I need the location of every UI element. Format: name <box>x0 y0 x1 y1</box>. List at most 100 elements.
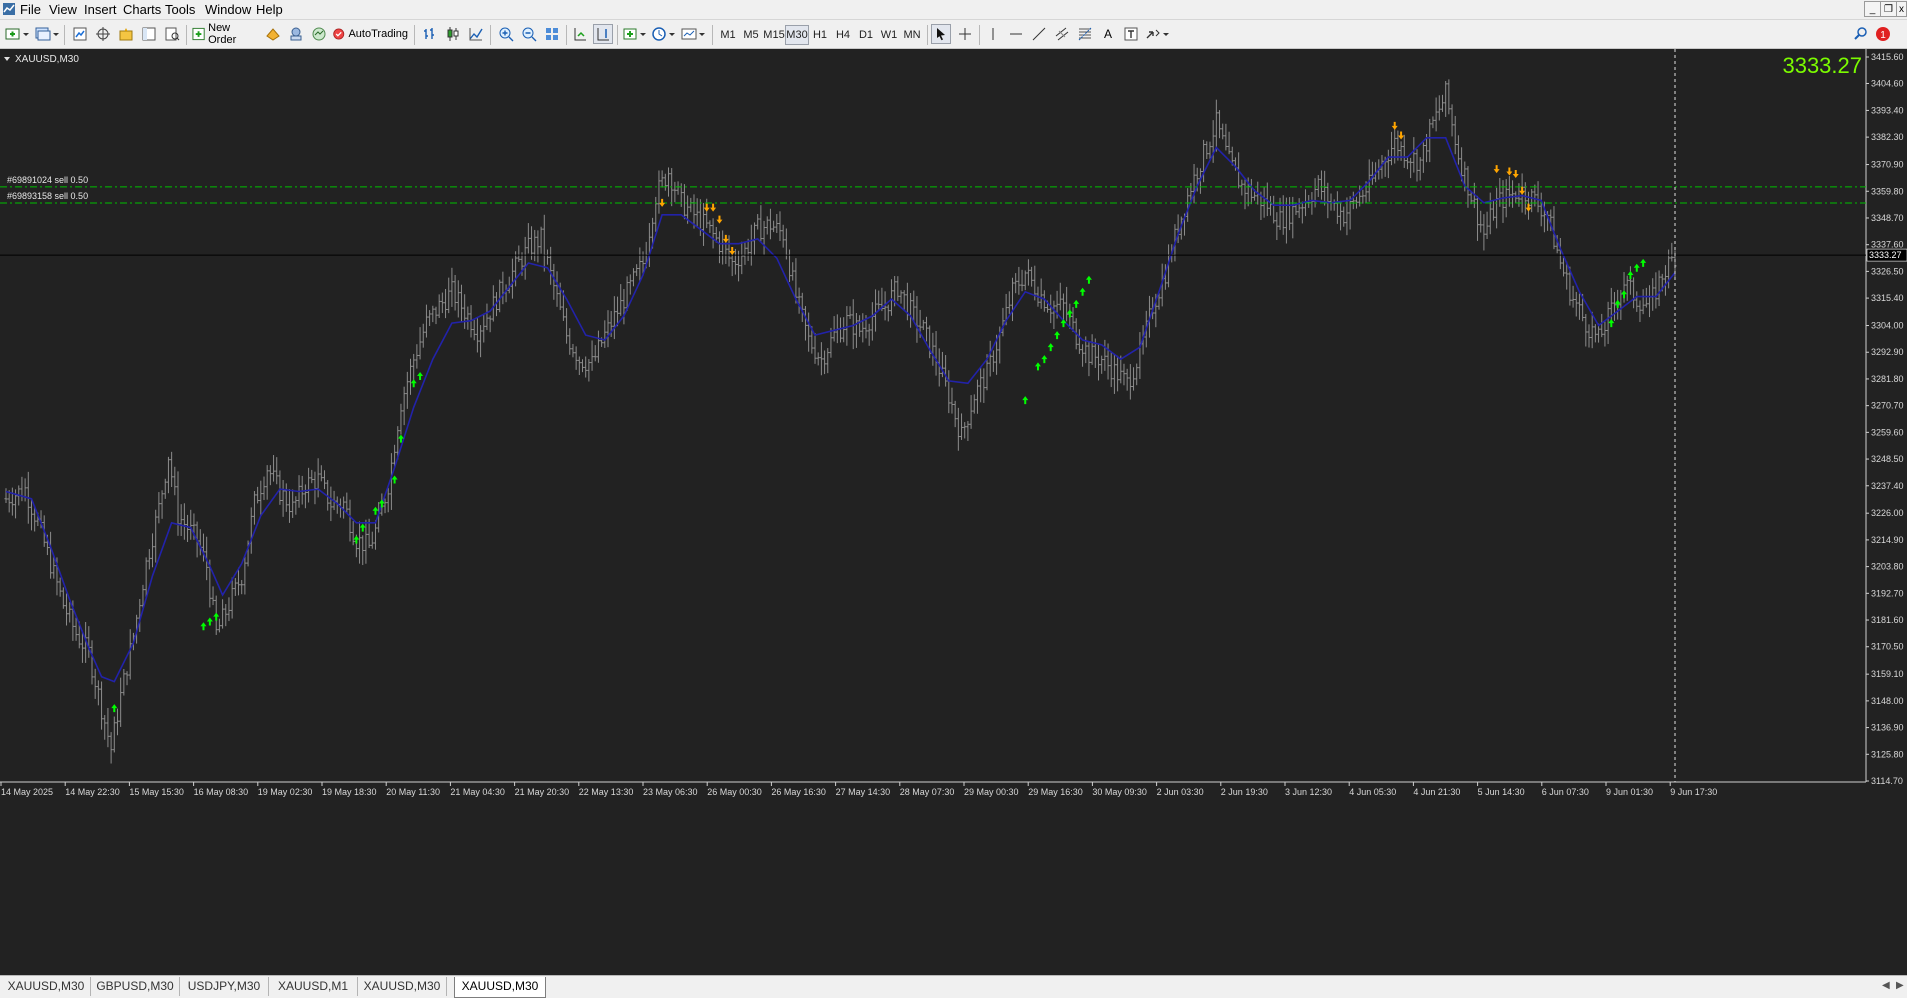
price-bar <box>765 216 769 235</box>
price-bar <box>870 302 874 341</box>
price-bar <box>1456 135 1461 165</box>
minimize-button[interactable]: _ <box>1864 1 1881 17</box>
timeframe-w1[interactable]: W1 <box>877 25 901 45</box>
menu-window[interactable]: Window <box>205 2 251 17</box>
buy-arrow-icon <box>1073 299 1080 308</box>
price-bar <box>96 680 100 706</box>
tabs-scroll-right-icon[interactable]: ▶ <box>1896 980 1904 991</box>
notifications-icon[interactable]: 1 <box>1874 24 1892 44</box>
tab-xauusd-m30-active[interactable]: XAUUSD,M30 <box>454 977 546 998</box>
price-chart[interactable]: #69891024 sell 0.50 #69893158 sell 0.50 3… <box>0 49 1907 975</box>
price-bar <box>1103 339 1107 371</box>
bar-chart-icon[interactable] <box>420 24 440 44</box>
price-bar <box>1619 290 1623 320</box>
close-button[interactable]: x <box>1896 1 1907 17</box>
price-bar <box>240 579 244 595</box>
menu-view[interactable]: View <box>49 2 77 17</box>
tabs-scroll-left-icon[interactable]: ◀ <box>1882 980 1890 991</box>
metaeditor-icon[interactable] <box>263 24 283 44</box>
price-bar <box>848 306 852 319</box>
timeframe-h4[interactable]: H4 <box>831 25 855 45</box>
tile-windows-icon[interactable] <box>542 24 562 44</box>
cursor-icon[interactable] <box>931 24 951 44</box>
price-bar <box>838 317 843 343</box>
market-watch-icon[interactable] <box>70 24 90 44</box>
timeframe-m30[interactable]: M30 <box>785 25 809 45</box>
price-tick-label: 3348.70 <box>1871 213 1904 223</box>
price-bar <box>243 554 247 595</box>
chart-window[interactable]: #69891024 sell 0.50 #69893158 sell 0.50 3… <box>0 49 1907 975</box>
restore-button[interactable]: ❐ <box>1880 1 1897 17</box>
price-bar <box>431 305 435 323</box>
price-bar <box>1017 266 1021 295</box>
tab-xauusd-m30-2[interactable]: XAUUSD,M30 <box>358 977 447 996</box>
text-tool-icon[interactable]: A <box>1098 24 1118 44</box>
horizontal-line-icon[interactable] <box>1006 24 1026 44</box>
fibonacci-icon[interactable] <box>1075 24 1095 44</box>
periods-icon[interactable] <box>650 24 676 44</box>
timeframe-m1[interactable]: M1 <box>716 25 740 45</box>
line-chart-icon[interactable] <box>466 24 486 44</box>
vertical-line-icon[interactable] <box>983 24 1003 44</box>
price-bar <box>1450 104 1454 137</box>
tab-xauusd-m30-1[interactable]: XAUUSD,M30 <box>2 977 91 996</box>
timeframe-h1[interactable]: H1 <box>808 25 832 45</box>
terminal-icon[interactable] <box>139 24 159 44</box>
menu-insert[interactable]: Insert <box>84 2 117 17</box>
arrows-icon[interactable] <box>1144 24 1170 44</box>
buy-arrow-icon <box>391 475 398 484</box>
equidistant-channel-icon[interactable] <box>1052 24 1072 44</box>
price-bar <box>975 379 980 414</box>
tab-gbpusd-m30[interactable]: GBPUSD,M30 <box>91 977 180 996</box>
price-bar <box>281 480 285 517</box>
price-bar <box>889 279 894 316</box>
autotrading-button[interactable]: AutoTrading <box>332 24 408 44</box>
navigator-icon[interactable] <box>93 24 113 44</box>
price-bar <box>1288 197 1292 231</box>
menu-tools[interactable]: Tools <box>165 2 195 17</box>
price-bar <box>1080 344 1085 367</box>
price-bar <box>781 224 785 248</box>
zoom-out-icon[interactable] <box>519 24 539 44</box>
profiles-icon[interactable] <box>34 24 60 44</box>
new-chart-icon[interactable] <box>4 24 30 44</box>
time-tick-label: 19 May 02:30 <box>258 787 313 797</box>
price-bar <box>345 492 349 513</box>
price-bar <box>663 173 667 191</box>
favorites-icon[interactable] <box>116 24 136 44</box>
price-bar <box>1561 257 1566 277</box>
search-icon[interactable] <box>1852 24 1870 44</box>
timeframe-m15[interactable]: M15 <box>762 25 786 45</box>
autoscroll-icon[interactable] <box>570 24 590 44</box>
price-tick-label: 3125.80 <box>1871 749 1904 759</box>
market-icon[interactable] <box>309 24 329 44</box>
candlestick-icon[interactable] <box>443 24 463 44</box>
trendline-icon[interactable] <box>1029 24 1049 44</box>
chart-shift-icon[interactable] <box>593 24 613 44</box>
price-bar <box>854 312 859 348</box>
strategy-tester-icon[interactable] <box>162 24 182 44</box>
tab-xauusd-m1[interactable]: XAUUSD,M1 <box>269 977 358 996</box>
tab-usdjpy-m30[interactable]: USDJPY,M30 <box>180 977 269 996</box>
price-bar <box>564 308 569 344</box>
menu-file[interactable]: File <box>20 2 41 17</box>
price-bar <box>154 509 158 563</box>
text-label-icon[interactable] <box>1121 24 1141 44</box>
crosshair-icon[interactable] <box>955 24 975 44</box>
new-order-button[interactable]: New Order <box>192 22 258 46</box>
templates-icon[interactable] <box>679 24 707 44</box>
timeframe-mn[interactable]: MN <box>900 25 924 45</box>
price-bar <box>803 306 808 341</box>
timeframe-d1[interactable]: D1 <box>854 25 878 45</box>
indicators-icon[interactable] <box>621 24 647 44</box>
signals-icon[interactable] <box>286 24 306 44</box>
price-bar <box>498 279 502 313</box>
price-bar <box>1186 188 1190 222</box>
price-bar <box>1061 293 1066 320</box>
menu-charts[interactable]: Charts <box>123 2 161 17</box>
zoom-in-icon[interactable] <box>496 24 516 44</box>
price-bar <box>482 313 486 343</box>
menu-help[interactable]: Help <box>256 2 283 17</box>
price-bar <box>179 504 183 537</box>
timeframe-m5[interactable]: M5 <box>739 25 763 45</box>
